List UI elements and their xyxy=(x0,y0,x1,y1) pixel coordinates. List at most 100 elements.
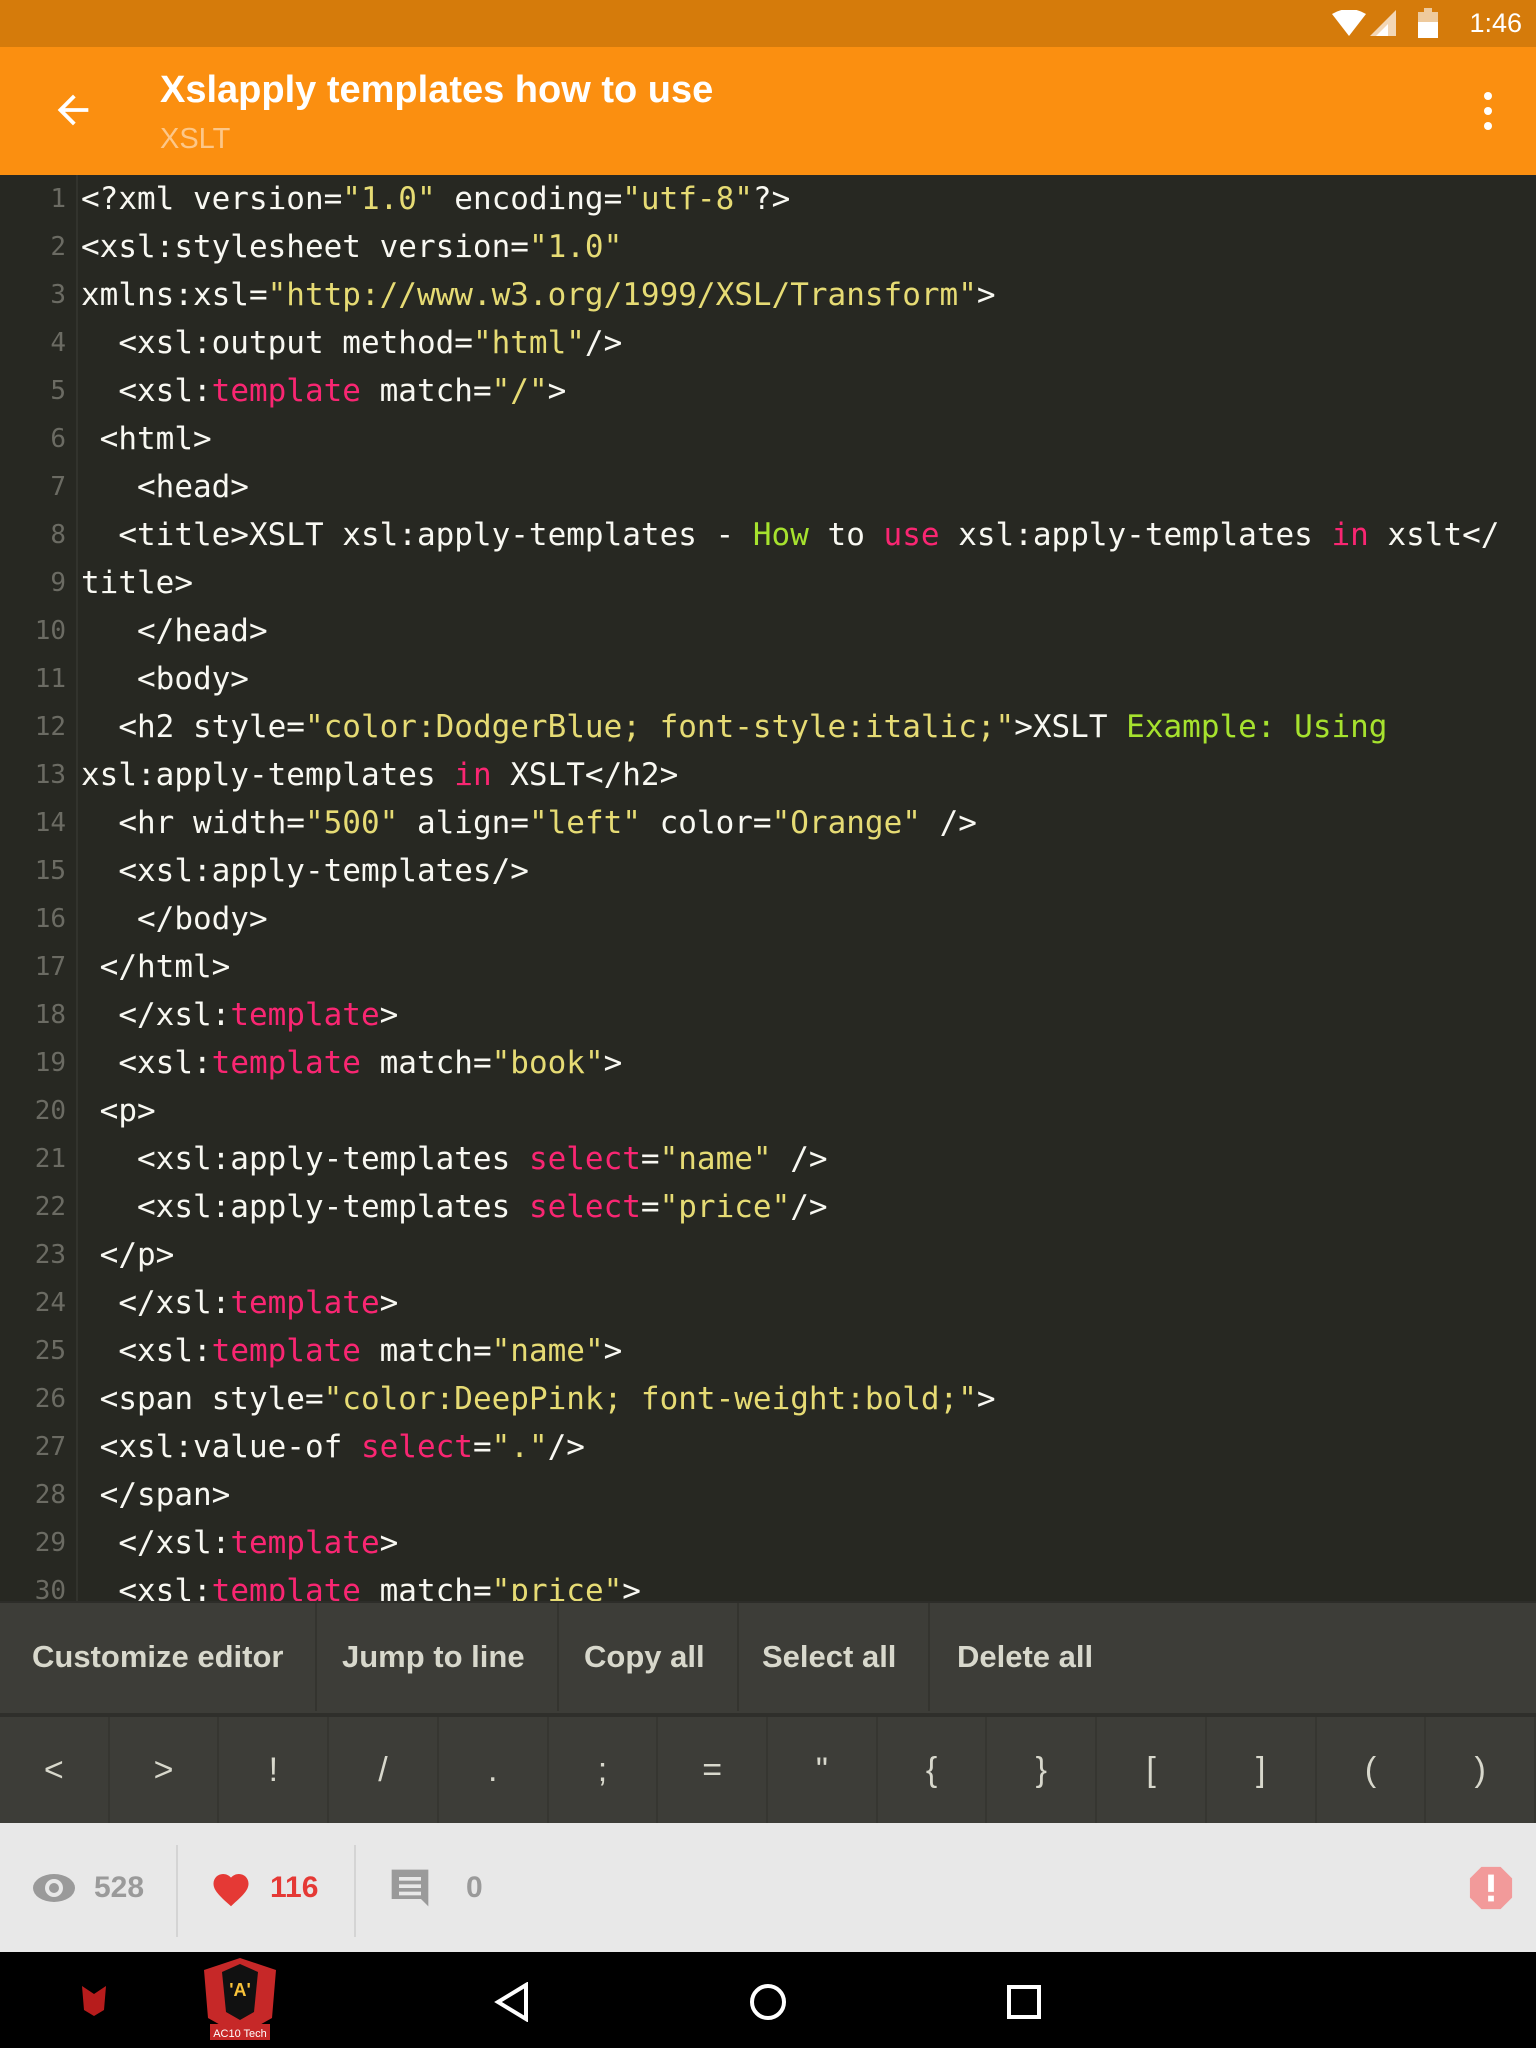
line-number: 3 xyxy=(50,280,66,310)
gutter-divider xyxy=(76,607,78,655)
symbol-key[interactable]: ) xyxy=(1426,1717,1536,1823)
customize-editor-button[interactable]: Customize editor xyxy=(0,1603,318,1711)
back-nav-icon[interactable] xyxy=(494,1982,530,2022)
comments-stat[interactable]: 0 xyxy=(388,1823,483,1952)
code-token: = xyxy=(640,1141,660,1177)
code-text: </head> xyxy=(81,607,268,655)
highlight-token: Example: xyxy=(1126,709,1276,745)
code-text: xsl:apply-templates in XSLT</h2> xyxy=(81,751,678,799)
code-token: /> xyxy=(790,1189,828,1225)
code-token: to xyxy=(808,517,884,553)
symbol-key[interactable]: [ xyxy=(1097,1717,1207,1823)
likes-stat[interactable]: 116 xyxy=(210,1823,318,1952)
symbol-key[interactable]: / xyxy=(329,1717,439,1823)
code-text: <?xml version="1.0" encoding="utf-8"?> xyxy=(81,175,790,223)
code-token: <hr width= xyxy=(81,805,305,841)
editor-toolbar: Customize editor Jump to line Copy all S… xyxy=(0,1601,1536,1713)
delete-all-button[interactable]: Delete all xyxy=(925,1603,1125,1711)
gutter-divider xyxy=(76,1183,78,1231)
code-line: 1 <?xml version="1.0" encoding="utf-8"?> xyxy=(0,175,1536,223)
line-number: 10 xyxy=(34,616,66,646)
keyword-token: in xyxy=(454,757,492,793)
line-number: 29 xyxy=(34,1528,66,1558)
code-token: <html> xyxy=(81,421,212,457)
symbol-key[interactable]: < xyxy=(0,1717,110,1823)
comment-icon[interactable] xyxy=(388,1866,432,1910)
line-number: 5 xyxy=(50,376,66,406)
symbol-key[interactable]: ! xyxy=(219,1717,330,1823)
recents-nav-icon[interactable] xyxy=(1006,1984,1042,2020)
home-nav-icon[interactable] xyxy=(748,1982,788,2022)
code-token: <xsl:apply-templates xyxy=(81,1189,529,1225)
symbol-key[interactable]: . xyxy=(439,1717,549,1823)
gutter-divider xyxy=(76,175,78,223)
line-number: 18 xyxy=(34,1000,66,1030)
symbol-key[interactable]: " xyxy=(768,1717,878,1823)
symbol-key[interactable]: = xyxy=(658,1717,769,1823)
code-token: = xyxy=(640,1189,660,1225)
symbol-key[interactable]: { xyxy=(878,1717,988,1823)
code-token: >XSLT xyxy=(1014,709,1127,745)
keyword-token: select xyxy=(528,1189,641,1225)
code-token: <xsl: xyxy=(81,1333,212,1369)
symbol-key[interactable]: > xyxy=(110,1717,220,1823)
stats-bar: 528 116 0 xyxy=(0,1823,1536,1952)
status-bar: 1:46 xyxy=(0,0,1536,47)
jump-to-line-button[interactable]: Jump to line xyxy=(310,1603,559,1711)
string-token: "name" xyxy=(659,1141,772,1177)
line-number: 8 xyxy=(50,520,66,550)
code-line: 16 </body> xyxy=(0,895,1536,943)
svg-text:'A': 'A' xyxy=(229,1980,251,2000)
code-text: <body> xyxy=(81,655,249,703)
gutter-divider xyxy=(76,1567,78,1601)
code-token: <?xml version= xyxy=(81,181,343,217)
code-token: xslt</ xyxy=(1368,517,1500,553)
code-token: > xyxy=(547,373,567,409)
code-line: 3 xmlns:xsl="http://www.w3.org/1999/XSL/T… xyxy=(0,271,1536,319)
code-line: 22 <xsl:apply-templates select="price"/> xyxy=(0,1183,1536,1231)
navigation-bar: 'A' AC10 Tech xyxy=(0,1952,1536,2048)
gutter-divider xyxy=(76,559,78,607)
code-token: <span style= xyxy=(81,1381,324,1417)
symbol-key[interactable]: } xyxy=(987,1717,1098,1823)
code-token: match= xyxy=(360,373,492,409)
code-token: <xsl: xyxy=(81,1573,212,1601)
code-token: <xsl:stylesheet version= xyxy=(81,229,529,265)
symbol-key[interactable]: ; xyxy=(549,1717,659,1823)
keyword-token: in xyxy=(1331,517,1369,553)
select-all-button[interactable]: Select all xyxy=(730,1603,931,1711)
symbol-key[interactable]: ] xyxy=(1207,1717,1317,1823)
code-token: match= xyxy=(360,1045,492,1081)
code-text: </xsl:template> xyxy=(81,991,398,1039)
gutter-divider xyxy=(76,511,78,559)
line-number: 16 xyxy=(34,904,66,934)
line-number: 14 xyxy=(34,808,66,838)
gutter-divider xyxy=(76,847,78,895)
code-token: > xyxy=(379,997,399,1033)
code-editor[interactable]: 1 <?xml version="1.0" encoding="utf-8"?> 2… xyxy=(0,175,1536,1601)
highlight-token: Using xyxy=(1294,709,1388,745)
code-line: 18 </xsl:template> xyxy=(0,991,1536,1039)
code-token: xsl:apply-templates xyxy=(939,517,1332,553)
string-token: "price" xyxy=(659,1189,791,1225)
line-number: 26 xyxy=(34,1384,66,1414)
keyword-token: template xyxy=(230,997,380,1033)
arrow-left-icon[interactable] xyxy=(50,87,96,133)
symbol-key[interactable]: ( xyxy=(1317,1717,1427,1823)
keyword-token: template xyxy=(211,1573,361,1601)
line-number: 21 xyxy=(34,1144,66,1174)
more-vert-icon[interactable] xyxy=(1480,91,1496,131)
code-token: <xsl: xyxy=(81,373,212,409)
gutter-divider xyxy=(76,991,78,1039)
code-token: > xyxy=(379,1285,399,1321)
code-line: 10 </head> xyxy=(0,607,1536,655)
code-line: 23 </p> xyxy=(0,1231,1536,1279)
code-line: 17 </html> xyxy=(0,943,1536,991)
gutter-divider xyxy=(76,1087,78,1135)
line-number: 6 xyxy=(50,424,66,454)
report-icon[interactable] xyxy=(1468,1865,1514,1911)
heart-icon[interactable] xyxy=(210,1868,252,1908)
code-token: encoding= xyxy=(435,181,623,217)
copy-all-button[interactable]: Copy all xyxy=(552,1603,739,1711)
code-text: <title>XSLT xsl:apply-templates - How to… xyxy=(81,511,1499,559)
